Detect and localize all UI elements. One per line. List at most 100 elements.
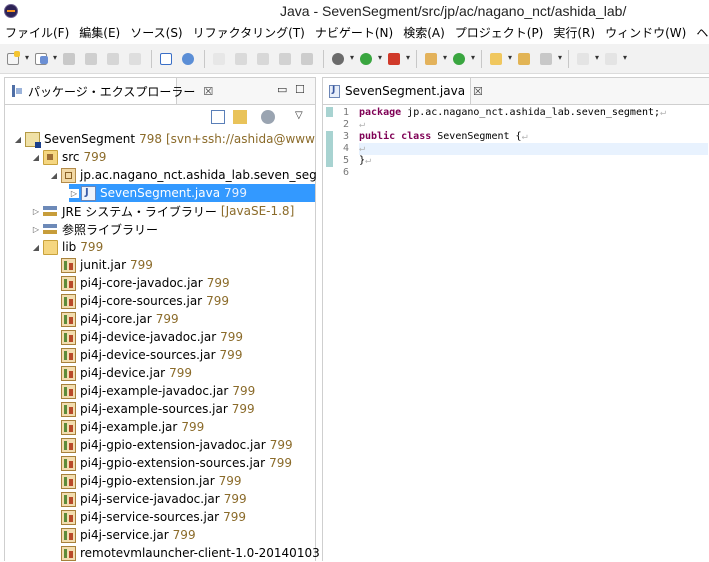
tree-item-jar[interactable]: pi4j-gpio-extension-sources.jar 799 [5,454,369,472]
folder-icon [43,239,58,255]
svn-repository: [svn+ssh://ashida@www [166,132,315,146]
tree-item-lib[interactable]: ◢ lib 799 [5,238,341,256]
menu-search[interactable]: 検索(A) [398,23,450,43]
tree-item-label: pi4j-example.jar [80,420,178,434]
svn-revision: 799 [224,186,247,200]
menu-edit[interactable]: 編集(E) [74,23,125,43]
tree-item-project[interactable]: ◢ SevenSegment 798 [svn+ssh://ashida@www [5,130,323,148]
collapsed-twisty-icon[interactable]: ▷ [31,225,41,234]
tree-item-jre[interactable]: ▷ JRE システム・ライブラリー [JavaSE-1.8] [5,202,341,220]
tree-item-jar[interactable]: pi4j-example-sources.jar 799 [5,400,369,418]
keyword: public class [359,131,432,142]
tab-package-explorer[interactable]: パッケージ・エクスプローラー ☒ [5,78,213,104]
jre-version: [JavaSE-1.8] [220,204,295,218]
open-type-icon[interactable] [212,51,228,67]
show-whitespace-icon[interactable] [300,51,316,67]
pencil-icon[interactable] [539,51,562,67]
view-menu-icon[interactable]: ▽ [295,110,309,124]
tree-item-package[interactable]: ◢ jp.ac.nagano_nct.ashida_lab.seven_seg [5,166,359,184]
collapse-all-icon[interactable] [211,110,225,124]
debug-icon[interactable] [331,51,354,67]
search-text-icon[interactable] [256,51,272,67]
new-java-project-icon[interactable] [34,51,57,67]
tree-item-jar[interactable]: pi4j-core-sources.jar 799 [5,292,369,310]
new-class-icon[interactable] [452,51,475,67]
package-explorer-icon [11,85,23,97]
collapsed-twisty-icon[interactable]: ▷ [31,207,41,216]
tree-item-jar[interactable]: junit.jar 799 [5,256,369,274]
eclipse-app-icon[interactable] [4,4,18,18]
tree-item-label: pi4j-example-javadoc.jar [80,384,229,398]
toolbar-separator [323,49,324,68]
tree-item-jar[interactable]: pi4j-gpio-extension-javadoc.jar 799 [5,436,369,454]
tree-item-jar[interactable]: pi4j-device-javadoc.jar 799 [5,328,369,346]
skip-breakpoints-icon[interactable] [159,51,175,67]
tree-item-jar[interactable]: pi4j-example-javadoc.jar 799 [5,382,369,400]
tree-item-src[interactable]: ◢ src 799 [5,148,341,166]
build-icon[interactable] [181,51,197,67]
save-all-icon[interactable] [84,51,100,67]
line-end-marker: ↵ [359,119,366,130]
menu-file[interactable]: ファイル(F) [0,23,74,43]
tree-item-jar[interactable]: pi4j-core-javadoc.jar 799 [5,274,369,292]
print-icon[interactable] [106,51,122,67]
svn-revision: 799 [206,276,230,290]
collapsed-twisty-icon[interactable]: ▷ [69,188,79,198]
tree-item-jar[interactable]: pi4j-service-sources.jar 799 [5,508,369,526]
svn-revision: 799 [83,150,107,164]
next-annotation-icon[interactable] [576,51,599,67]
tree-item-java-file[interactable]: ▷ SevenSegment.java 799 [69,184,315,202]
close-icon[interactable]: ☒ [203,85,213,98]
tree-item-jar[interactable]: remotevmlauncher-client-1.0-20140103 [5,544,369,562]
tree-item-jar[interactable]: pi4j-service.jar 799 [5,526,369,544]
expanded-twisty-icon[interactable]: ◢ [13,135,23,144]
menu-run[interactable]: 実行(R) [548,23,600,43]
focus-on-active-task-icon[interactable] [261,110,275,124]
tree-item-jar[interactable]: pi4j-example.jar 799 [5,418,369,436]
line-end-marker: ↵ [365,155,372,166]
new-icon[interactable] [6,50,29,67]
external-tools-icon[interactable] [387,51,410,67]
tab-sevensegment-java[interactable]: SevenSegment.java ☒ [323,78,483,104]
tree-item-jar[interactable]: pi4j-gpio-extension.jar 799 [5,472,369,490]
link-with-editor-icon[interactable] [233,110,247,124]
menu-help[interactable]: ヘルプ(H) [691,23,709,43]
open-folder-icon[interactable] [489,51,512,67]
toggle-block-selection-icon[interactable] [128,51,144,67]
tree-item-jar[interactable]: pi4j-service-javadoc.jar 799 [5,490,369,508]
back-icon[interactable] [604,51,627,67]
menu-refactor[interactable]: リファクタリング(T) [188,23,310,43]
tree-item-jar[interactable]: pi4j-device.jar 799 [5,364,369,382]
tree-item-label: pi4j-device.jar [80,366,166,380]
svn-revision: 799 [220,330,244,344]
save-icon[interactable] [62,51,78,67]
toolbar-separator [204,49,205,68]
tree-item-referenced-libraries[interactable]: ▷ 参照ライブラリー [5,220,341,238]
tree-item-label: pi4j-core-javadoc.jar [80,276,203,290]
menu-source[interactable]: ソース(S) [125,23,187,43]
tree-item-jar[interactable]: pi4j-core.jar 799 [5,310,369,328]
annotation-ruler [323,107,333,557]
close-icon[interactable]: ☒ [473,85,483,98]
expanded-twisty-icon[interactable]: ◢ [49,171,59,180]
menu-window[interactable]: ウィンドウ(W) [600,23,691,43]
svn-revision: 799 [181,420,205,434]
maximize-icon[interactable]: ☐ [295,83,305,96]
minimize-icon[interactable]: ▭ [277,83,287,96]
open-archive-icon[interactable] [517,51,533,67]
tree-item-jar[interactable]: pi4j-device-sources.jar 799 [5,346,369,364]
edit-icon[interactable] [234,51,250,67]
expanded-twisty-icon[interactable]: ◢ [31,153,41,162]
new-package-icon[interactable] [424,51,447,67]
tree-item-label: pi4j-service.jar [80,528,169,542]
highlight-icon[interactable] [278,51,294,67]
run-icon[interactable] [359,51,382,67]
expanded-twisty-icon[interactable]: ◢ [31,243,41,252]
tree-item-label: pi4j-gpio-extension-sources.jar [80,456,266,470]
menu-project[interactable]: プロジェクト(P) [450,23,549,43]
jar-icon [61,293,76,309]
tree-item-label: pi4j-device-javadoc.jar [80,330,217,344]
menu-navigate[interactable]: ナビゲート(N) [310,23,398,43]
code-editor[interactable]: 1 package jp.ac.nagano_nct.ashida_lab.se… [323,105,708,560]
line-number: 4 [342,143,349,154]
